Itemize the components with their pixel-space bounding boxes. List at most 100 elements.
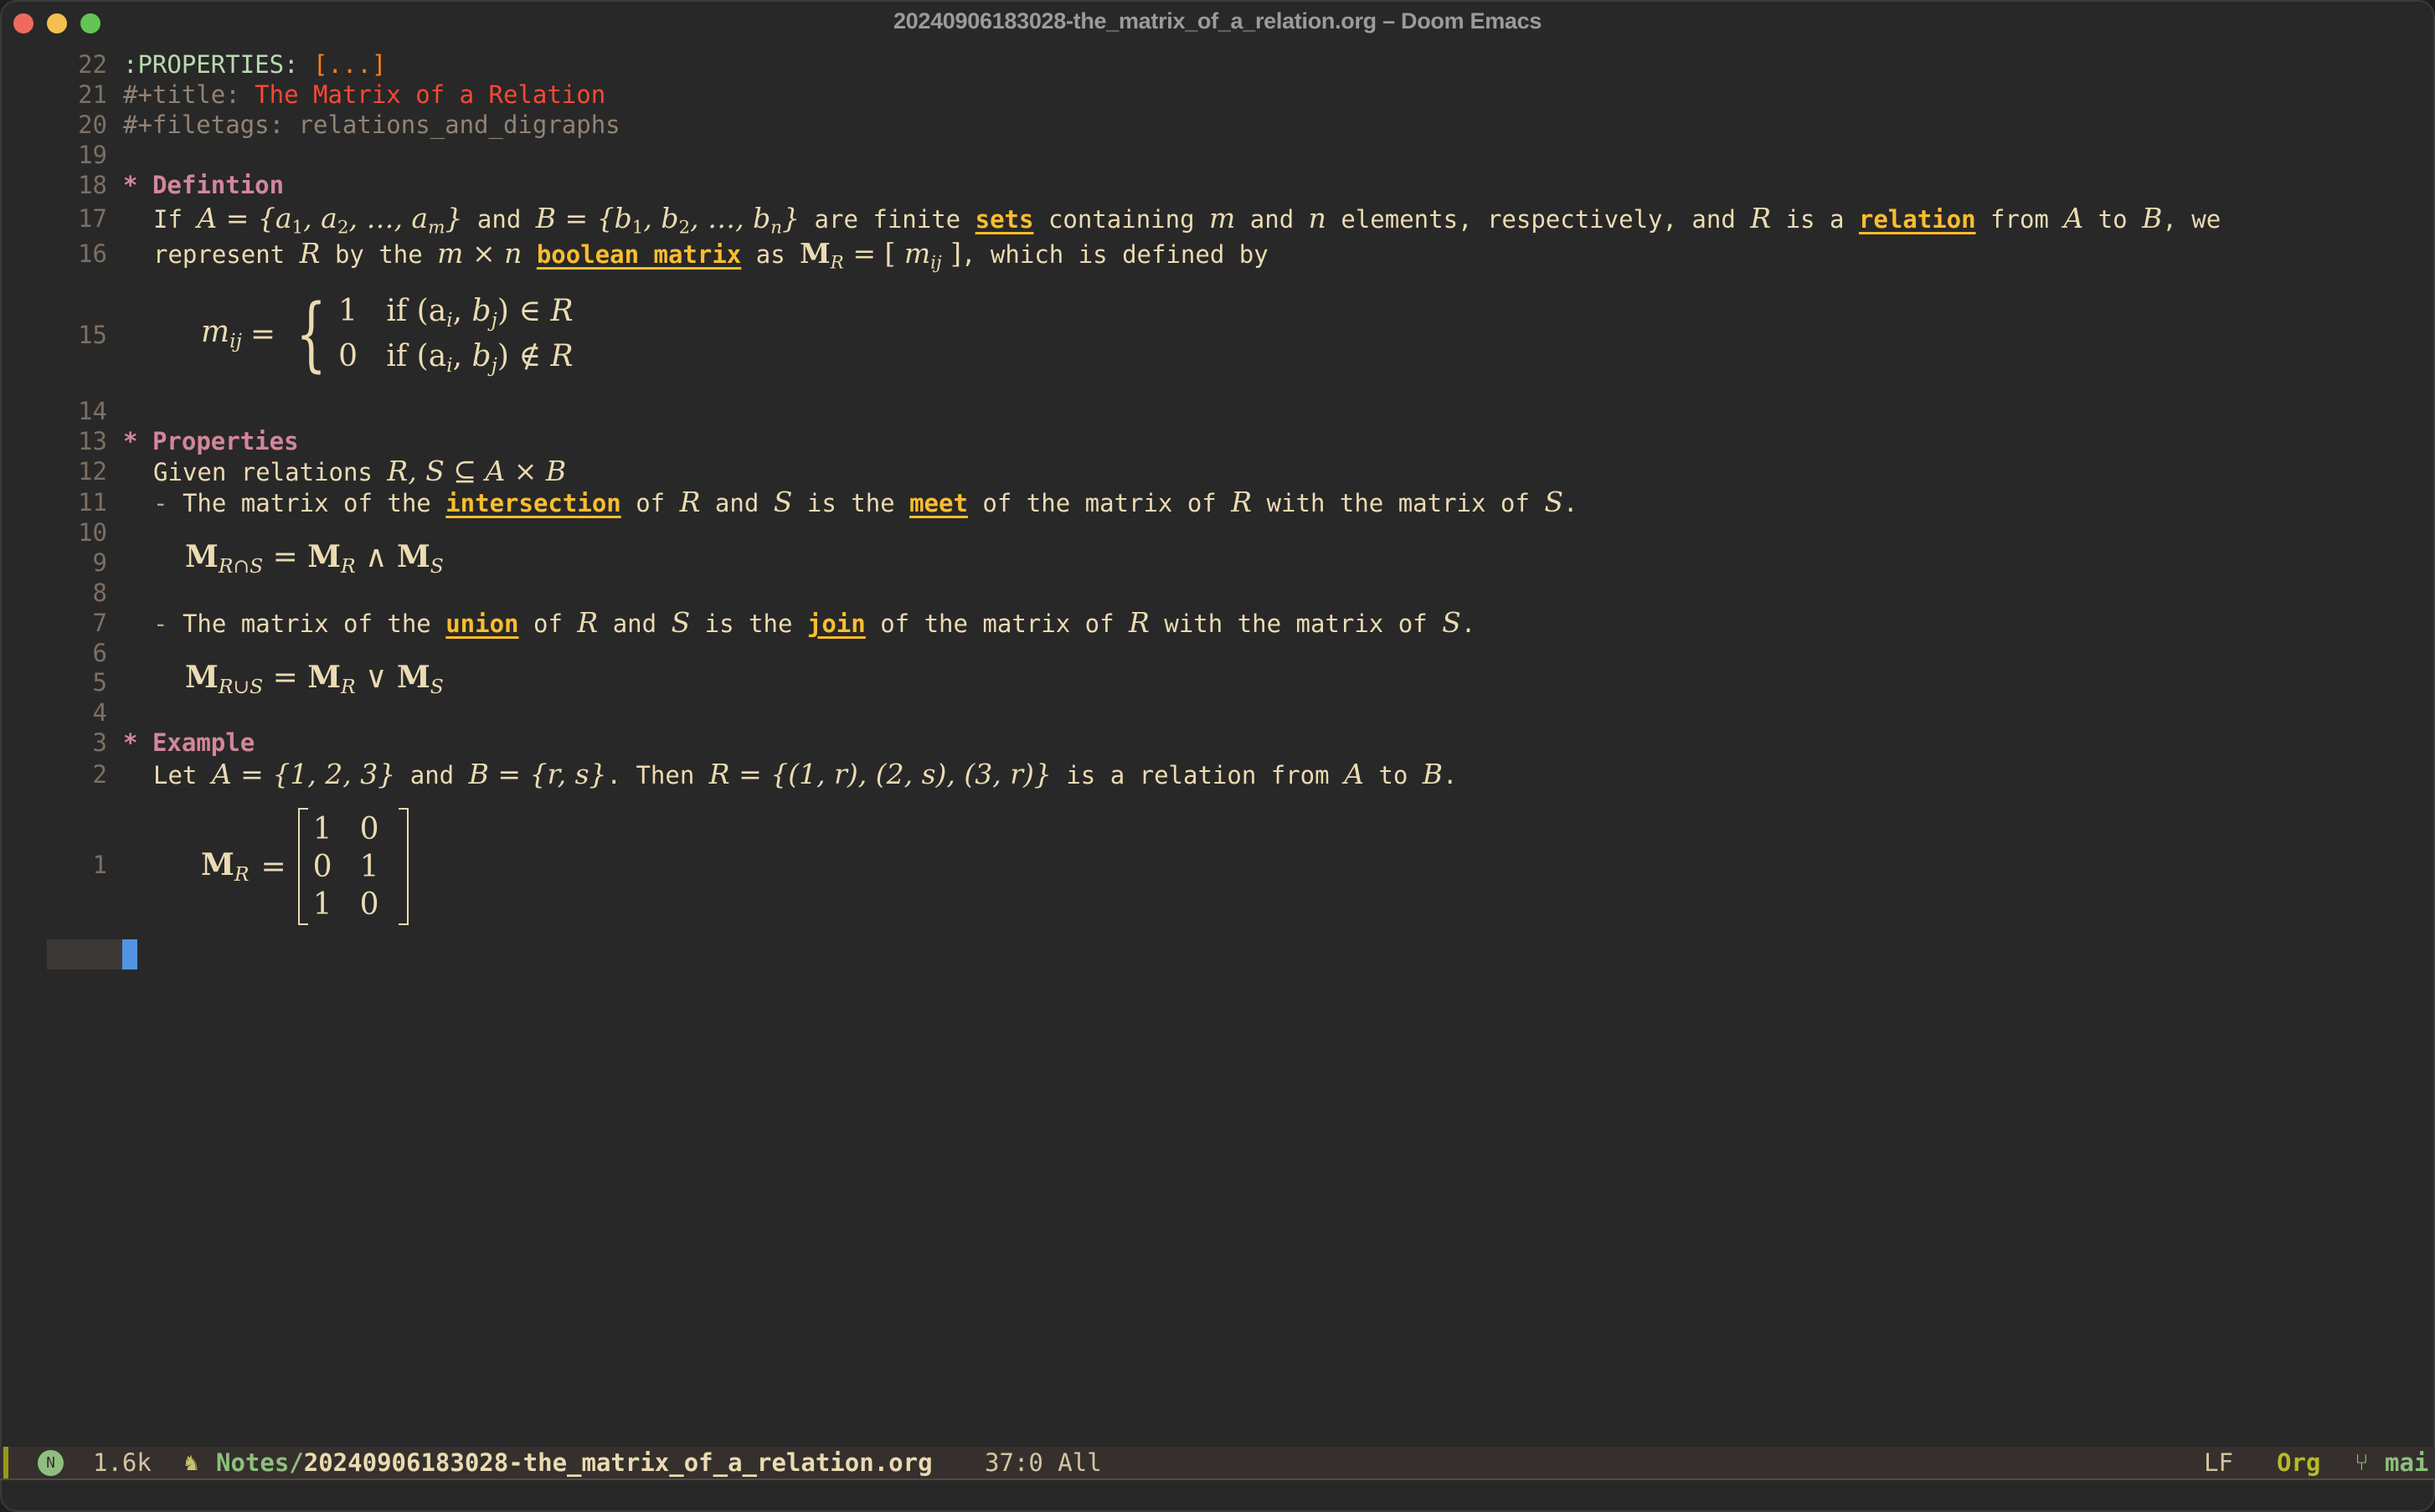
math-r: R	[1750, 202, 1772, 234]
math-mr-def: MR = [ mij ]	[800, 237, 962, 274]
text: is a relation from	[1066, 761, 1330, 789]
link-join[interactable]: join	[807, 609, 866, 638]
text: .	[1460, 609, 1476, 638]
text: is a	[1785, 205, 1845, 234]
text: of	[533, 609, 563, 638]
heading-star[interactable]: *	[123, 427, 137, 455]
link-relation[interactable]: relation	[1859, 205, 1976, 234]
matrix-cell: 0	[359, 811, 379, 846]
math-n: n	[1308, 202, 1326, 234]
major-mode[interactable]: Org	[2277, 1447, 2320, 1479]
case-row: 0 if (ai, bj) ∉ R	[338, 339, 574, 378]
text: If	[153, 205, 183, 234]
line-number: 5	[92, 668, 107, 697]
math-r: R	[1129, 606, 1150, 639]
matrix-cell: 0	[312, 849, 332, 884]
heading-properties: Properties	[152, 427, 299, 455]
text: with the matrix of	[1266, 489, 1530, 517]
fold-ellipsis[interactable]: [...]	[313, 50, 386, 79]
line-number: 18	[78, 171, 107, 199]
line-number: 2	[92, 760, 107, 789]
right-bracket	[398, 808, 409, 925]
text: Given relations	[153, 458, 373, 486]
line-number: 6	[92, 639, 107, 667]
text: The matrix of the	[182, 489, 431, 517]
text: and	[714, 489, 759, 517]
title-keyword: #+title:	[123, 80, 240, 109]
buffer-path[interactable]: Notes/20240906183028-the_matrix_of_a_rel…	[216, 1447, 933, 1479]
math-a: A	[1344, 758, 1364, 790]
evil-state-badge: N	[38, 1450, 64, 1476]
heading-star[interactable]: *	[123, 171, 137, 199]
math-set-b: B = {r, s}	[468, 758, 607, 790]
filetags-keyword: #+filetags:	[123, 111, 285, 139]
math-s: S	[1442, 606, 1461, 639]
math-b: B	[1422, 758, 1444, 790]
line-number: 11	[78, 488, 107, 517]
text: , we	[2162, 205, 2221, 234]
text: .	[1562, 489, 1578, 517]
text: Let	[153, 761, 198, 789]
list-bullet: -	[153, 489, 168, 517]
case-row: 1 if (ai, bj) ∈ R	[338, 294, 574, 332]
text: are finite	[814, 205, 961, 234]
text: with the matrix of	[1164, 609, 1428, 638]
math-relation-r: R = {(1, r), (2, s), (3, r)}	[708, 758, 1052, 790]
current-line-highlight	[47, 939, 124, 969]
math-r: R	[679, 486, 701, 518]
text: by the	[334, 240, 423, 269]
text: containing	[1048, 205, 1195, 234]
line-number: 8	[92, 579, 107, 607]
link-meet[interactable]: meet	[909, 489, 968, 517]
unicorn-icon: ♞	[184, 1448, 198, 1476]
math-cases-mij: mij = { 1 if (ai, bj) ∈ R 0 if (ai, bj) …	[201, 287, 574, 381]
text: . Then	[606, 761, 695, 789]
line-number: 10	[78, 518, 107, 547]
link-union[interactable]: union	[445, 609, 518, 638]
line-number: 9	[92, 548, 107, 577]
cursor-position: 37:0 All	[985, 1448, 1102, 1477]
emacs-window: 20240906183028-the_matrix_of_a_relation.…	[0, 0, 2435, 1512]
editor-buffer[interactable]: 22 :PROPERTIES: [...] 21 #+title: The Ma…	[0, 0, 2435, 1440]
math-set-b: B = {b1, b2, …, bn}	[535, 202, 801, 239]
text: from	[1990, 205, 2049, 234]
link-intersection[interactable]: intersection	[445, 489, 621, 517]
left-bracket	[297, 808, 308, 925]
line-number: 19	[78, 141, 107, 169]
text: and	[1249, 205, 1295, 234]
line-ending[interactable]: LF	[2204, 1447, 2233, 1479]
math-union-join: MR∪S = MR ∨ MS	[185, 660, 444, 699]
heading-star[interactable]: *	[123, 728, 137, 757]
line-number: 13	[78, 427, 107, 455]
math-r: R	[577, 606, 599, 639]
text: is the	[806, 489, 895, 517]
list-bullet: -	[153, 609, 168, 638]
text: to	[1378, 761, 1408, 789]
buffer-size: 1.6k	[93, 1448, 152, 1477]
math-r: R	[299, 237, 321, 270]
modeline-edge	[3, 1447, 8, 1479]
link-sets[interactable]: sets	[976, 205, 1034, 234]
git-branch-icon: ⑂	[2355, 1448, 2369, 1476]
filetags-value: relations_and_digraphs	[298, 111, 620, 139]
matrix-cell: 0	[359, 887, 379, 922]
math-a: A	[2063, 202, 2084, 234]
line-number: 22	[78, 50, 107, 79]
math-s: S	[1544, 486, 1563, 518]
left-brace: {	[296, 287, 327, 381]
text: of the matrix of	[982, 489, 1217, 517]
link-boolean-matrix[interactable]: boolean matrix	[537, 240, 741, 269]
text: .	[1443, 761, 1458, 789]
math-set-a: A = {1, 2, 3}	[211, 758, 396, 790]
math-m-times-n: m × n	[437, 237, 523, 270]
heading-definition: Defintion	[152, 171, 285, 199]
buffer-filename: 20240906183028-the_matrix_of_a_relation.…	[303, 1448, 933, 1477]
git-branch[interactable]: mai	[2385, 1447, 2428, 1479]
text-cursor	[122, 939, 137, 969]
text: and	[476, 205, 522, 234]
line-number: 21	[78, 80, 107, 109]
math-b: B	[2142, 202, 2163, 234]
text: and	[612, 609, 657, 638]
text: of the matrix of	[880, 609, 1115, 638]
text: is the	[704, 609, 793, 638]
